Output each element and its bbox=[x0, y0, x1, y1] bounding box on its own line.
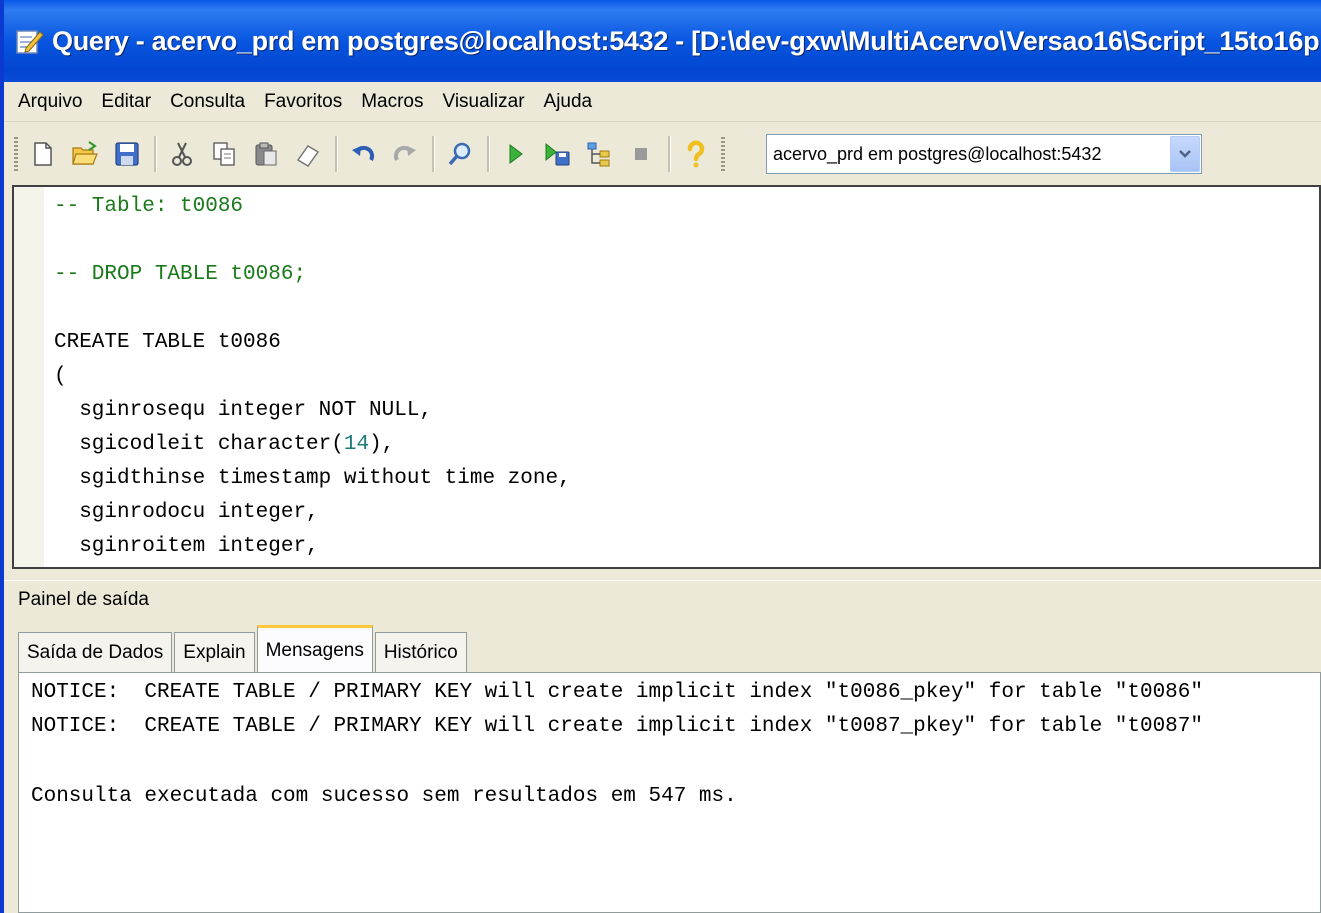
code-text: sgicodleit character( bbox=[54, 433, 344, 456]
cut-button[interactable] bbox=[165, 135, 199, 173]
eraser-icon bbox=[296, 145, 320, 167]
execute-to-file-button[interactable] bbox=[540, 135, 574, 173]
menu-visualizar[interactable]: Visualizar bbox=[443, 91, 525, 113]
open-folder-icon bbox=[72, 141, 98, 165]
window-title: Query - acervo_prd em postgres@localhost… bbox=[52, 25, 1321, 56]
tab-saida-de-dados[interactable]: Saída de Dados bbox=[18, 632, 173, 672]
editor-gutter bbox=[14, 187, 44, 567]
play-icon bbox=[509, 144, 523, 164]
play-to-file-icon bbox=[545, 142, 570, 166]
code-line: -- Table: t0086 bbox=[54, 195, 244, 218]
chevron-down-icon bbox=[1179, 150, 1191, 158]
messages-output[interactable]: NOTICE: CREATE TABLE / PRIMARY KEY will … bbox=[18, 672, 1321, 913]
save-disk-icon bbox=[115, 142, 139, 166]
magnifier-icon bbox=[448, 142, 471, 166]
help-question-icon bbox=[687, 140, 705, 168]
explain-button[interactable] bbox=[582, 135, 616, 173]
help-button[interactable] bbox=[679, 135, 713, 173]
toolbar-separator bbox=[154, 136, 157, 172]
code-line: sginrosequ integer NOT NULL, bbox=[54, 399, 433, 422]
code-line: -- DROP TABLE t0086; bbox=[54, 263, 307, 286]
tab-historico[interactable]: Histórico bbox=[374, 632, 467, 672]
toolbar-grip-2[interactable] bbox=[721, 137, 725, 171]
code-line: sgidthinse timestamp without time zone, bbox=[54, 467, 571, 490]
code-line: sginroitem integer, bbox=[54, 535, 319, 558]
tab-mensagens[interactable]: Mensagens bbox=[256, 625, 373, 673]
redo-icon bbox=[393, 145, 416, 161]
code-line: sginrodocu integer, bbox=[54, 501, 319, 524]
message-line: NOTICE: CREATE TABLE / PRIMARY KEY will … bbox=[31, 681, 1203, 704]
code-number: 14 bbox=[343, 433, 370, 456]
toolbar-separator bbox=[487, 136, 490, 172]
query-window: Query - acervo_prd em postgres@localhost… bbox=[0, 0, 1321, 913]
connection-dropdown-button[interactable] bbox=[1170, 136, 1200, 172]
menu-arquivo[interactable]: Arquivo bbox=[18, 91, 82, 113]
menu-consulta[interactable]: Consulta bbox=[170, 91, 245, 113]
code-line: ( bbox=[54, 365, 67, 388]
explain-tree-icon bbox=[587, 142, 610, 167]
copy-button[interactable] bbox=[207, 135, 241, 173]
title-bar[interactable]: Query - acervo_prd em postgres@localhost… bbox=[4, 0, 1321, 82]
menu-ajuda[interactable]: Ajuda bbox=[544, 91, 593, 113]
scissors-icon bbox=[172, 142, 192, 166]
code-line: CREATE TABLE t0086 bbox=[54, 331, 281, 354]
paste-button[interactable] bbox=[249, 135, 283, 173]
find-button[interactable] bbox=[443, 135, 477, 173]
menu-favoritos[interactable]: Favoritos bbox=[264, 91, 342, 113]
new-button[interactable] bbox=[26, 135, 60, 173]
undo-icon bbox=[352, 145, 375, 161]
message-line: Consulta executada com sucesso sem resul… bbox=[31, 785, 737, 808]
toolbar-separator bbox=[668, 136, 671, 172]
output-tabs: Saída de Dados Explain Mensagens Históri… bbox=[18, 620, 469, 673]
toolbar-grip[interactable] bbox=[14, 137, 18, 171]
edit-query-icon bbox=[14, 26, 44, 56]
code-text: ), bbox=[369, 433, 395, 456]
toolbar: acervo_prd em postgres@localhost:5432 bbox=[4, 123, 1321, 185]
redo-button[interactable] bbox=[388, 135, 422, 173]
new-file-icon bbox=[34, 142, 52, 166]
save-button[interactable] bbox=[110, 135, 144, 173]
paste-clipboard-icon bbox=[255, 142, 277, 166]
connection-select-value: acervo_prd em postgres@localhost:5432 bbox=[773, 143, 1102, 164]
output-panel-title: Painel de saída bbox=[4, 580, 1321, 618]
connection-select[interactable]: acervo_prd em postgres@localhost:5432 bbox=[766, 134, 1202, 174]
copy-icon bbox=[213, 142, 235, 166]
menu-macros[interactable]: Macros bbox=[361, 91, 423, 113]
toolbar-separator bbox=[335, 136, 338, 172]
message-line: NOTICE: CREATE TABLE / PRIMARY KEY will … bbox=[31, 715, 1203, 738]
sql-editor[interactable]: -- Table: t0086 -- DROP TABLE t0086; CRE… bbox=[12, 185, 1321, 569]
menu-editar[interactable]: Editar bbox=[101, 91, 151, 113]
toolbar-separator bbox=[432, 136, 435, 172]
clear-button[interactable] bbox=[291, 135, 325, 173]
tab-explain[interactable]: Explain bbox=[174, 632, 255, 672]
menu-bar: Arquivo Editar Consulta Favoritos Macros… bbox=[4, 82, 1321, 122]
open-button[interactable] bbox=[68, 135, 102, 173]
stop-icon bbox=[635, 148, 647, 160]
execute-button[interactable] bbox=[498, 135, 532, 173]
undo-button[interactable] bbox=[346, 135, 380, 173]
cancel-query-button[interactable] bbox=[624, 135, 658, 173]
code-line-char: sgicodleit character(14), bbox=[54, 433, 394, 456]
